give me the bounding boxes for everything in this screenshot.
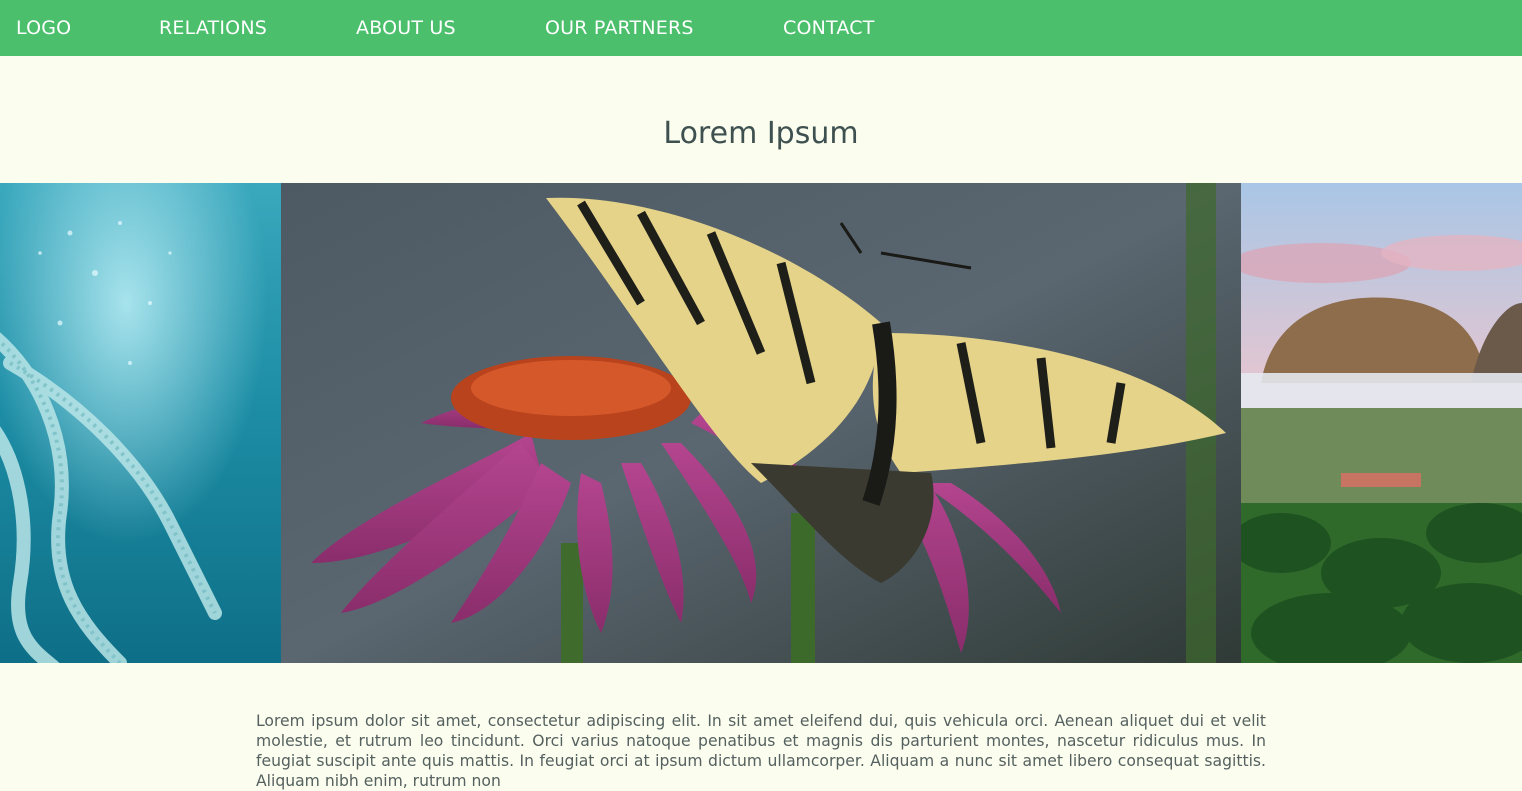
butterfly-on-coneflower-photo: [281, 183, 1241, 663]
nav-item-contact[interactable]: CONTACT: [783, 14, 875, 42]
nav-logo[interactable]: LOGO: [16, 14, 71, 42]
slide-butterfly[interactable]: [281, 183, 1241, 663]
nav-item-relations[interactable]: RELATIONS: [159, 14, 267, 42]
nav-item-our-partners[interactable]: OUR PARTNERS: [545, 14, 694, 42]
mountain-valley-landscape-photo: [1241, 183, 1522, 663]
slide-jellyfish[interactable]: [0, 183, 281, 663]
jellyfish-photo: [0, 183, 281, 663]
image-carousel[interactable]: [0, 183, 1522, 663]
nav-item-about-us[interactable]: ABOUT US: [356, 14, 456, 42]
slide-landscape[interactable]: [1241, 183, 1522, 663]
page-title: Lorem Ipsum: [663, 116, 859, 151]
body-paragraph: Lorem ipsum dolor sit amet, consectetur …: [256, 712, 1266, 790]
top-navbar: LOGO RELATIONS ABOUT US OUR PARTNERS CON…: [0, 0, 1522, 56]
